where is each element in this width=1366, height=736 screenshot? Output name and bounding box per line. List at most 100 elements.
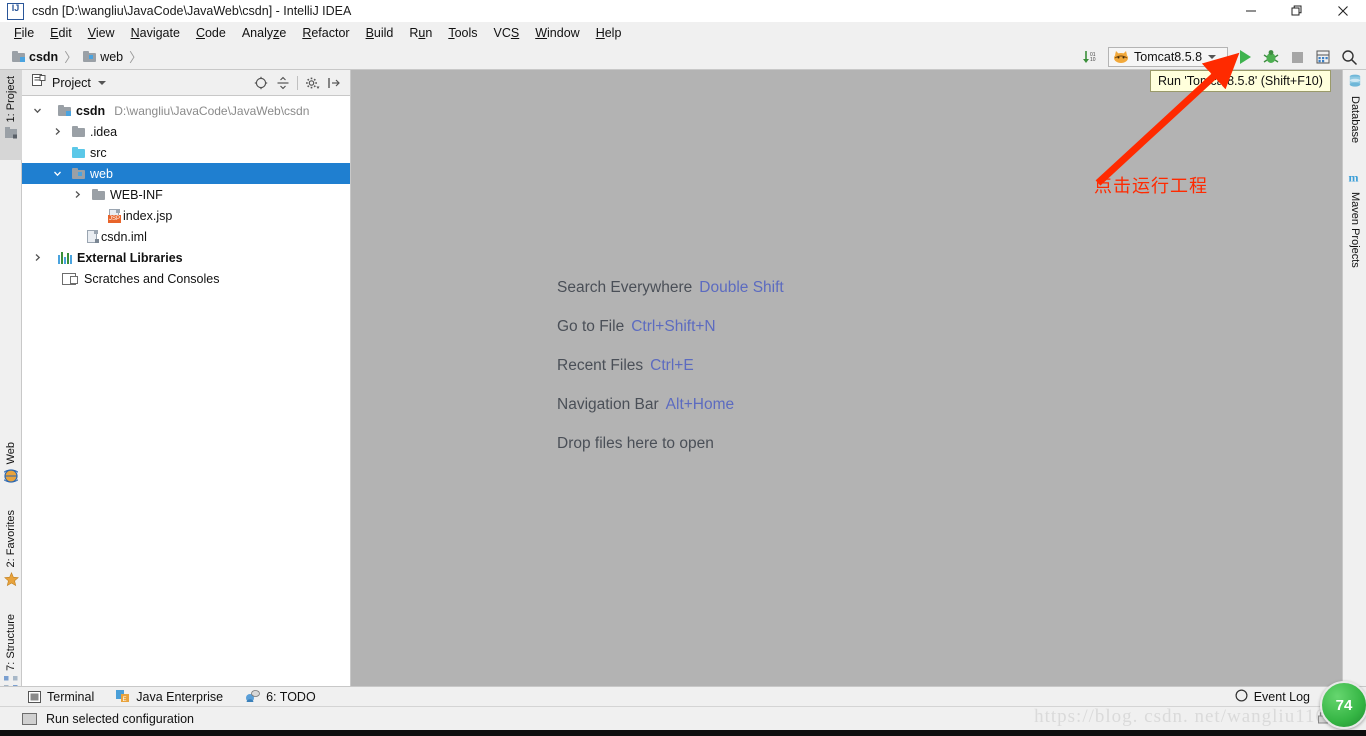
jsp-file-icon: JSP: [108, 208, 122, 223]
restore-icon[interactable]: [1274, 0, 1320, 22]
tree-row[interactable]: .idea: [22, 121, 350, 142]
search-magnifier-icon[interactable]: [1336, 45, 1362, 69]
menu-edit[interactable]: Edit: [42, 24, 80, 42]
sidebar-item-project[interactable]: 1: Project: [0, 70, 22, 160]
tree-row[interactable]: WEB-INF: [22, 184, 350, 205]
hint-action-label: Recent Files: [557, 356, 644, 374]
menu-window[interactable]: Window: [527, 24, 587, 42]
hint-action-label: Drop files here to open: [557, 434, 714, 452]
project-icon: [4, 127, 18, 142]
bottom-item-java-enterprise[interactable]: E Java Enterprise: [116, 690, 223, 704]
scratches-icon: [62, 272, 78, 285]
database-grid-icon[interactable]: [1310, 45, 1336, 69]
chevron-right-icon[interactable]: [70, 190, 84, 199]
libraries-icon: [58, 251, 72, 264]
bottom-item-todo-label: 6: TODO: [266, 689, 316, 704]
tree-row[interactable]: csdn D:\wangliu\JavaCode\JavaWeb\csdn: [22, 100, 350, 121]
breadcrumb-csdn[interactable]: csdn: [12, 50, 58, 64]
sidebar-item-database-label: Database: [1349, 96, 1361, 144]
tree-row[interactable]: csdn.iml: [22, 226, 350, 247]
bottom-item-terminal[interactable]: Terminal: [28, 690, 94, 704]
tree-label-idea: .idea: [90, 124, 118, 139]
tree-row[interactable]: src: [22, 142, 350, 163]
menu-refactor[interactable]: Refactor: [294, 24, 357, 42]
annotation-text: 点击运行工程: [1094, 176, 1208, 197]
expand-all-icon[interactable]: [275, 75, 291, 91]
status-badge[interactable]: 74: [1320, 681, 1366, 729]
sidebar-item-database[interactable]: Database: [1343, 74, 1366, 162]
iml-file-icon: [86, 229, 99, 244]
hint-shortcut-label: Ctrl+Shift+N: [631, 317, 716, 335]
database-icon: [1348, 74, 1362, 91]
run-config-status-icon: [22, 712, 37, 725]
stop-square-icon[interactable]: [1284, 45, 1310, 69]
breadcrumb-separator-1: 〉: [64, 50, 78, 65]
chevron-right-icon[interactable]: [50, 127, 64, 136]
tree-label-index-jsp: index.jsp: [123, 208, 173, 223]
breadcrumb-web[interactable]: web: [83, 50, 123, 64]
collapse-target-icon[interactable]: [253, 75, 269, 91]
right-tool-window-strip: Database m Maven Projects: [1342, 70, 1366, 686]
bottom-tool-window-bar: Terminal E Java Enterprise 6: TODO Event…: [0, 686, 1366, 706]
left-tool-window-strip: 1: Project Web 2: Favorites 7: Structure: [0, 70, 22, 690]
hide-panel-icon[interactable]: [326, 75, 342, 91]
java-enterprise-icon: E: [116, 690, 130, 703]
module-folder-icon: [58, 105, 71, 116]
menu-view[interactable]: View: [80, 24, 123, 42]
chevron-down-icon[interactable]: [30, 106, 44, 115]
menu-file[interactable]: File: [6, 24, 42, 42]
folder-gray-icon: [72, 126, 85, 137]
window-title: csdn [D:\wangliu\JavaCode\JavaWeb\csdn] …: [32, 4, 352, 18]
chevron-right-icon[interactable]: [30, 253, 44, 262]
editor-hints: Search Everywhere Double Shift Go to Fil…: [557, 268, 784, 463]
menu-navigate[interactable]: Navigate: [123, 24, 188, 42]
minimize-icon[interactable]: [1228, 0, 1274, 22]
bottom-item-todo[interactable]: 6: TODO: [245, 690, 316, 704]
breadcrumb-csdn-label: csdn: [29, 49, 59, 64]
settings-gear-icon[interactable]: [304, 75, 320, 91]
status-bar-message: Run selected configuration: [46, 711, 195, 726]
sidebar-item-favorites-label: 2: Favorites: [5, 510, 17, 568]
project-tool-window: Project csdn D:\wangliu\JavaCode\JavaWeb…: [22, 70, 351, 686]
project-panel-header: Project: [22, 70, 350, 96]
folder-gray-icon: [92, 189, 105, 200]
sidebar-item-project-label: 1: Project: [5, 76, 17, 123]
tree-row[interactable]: External Libraries: [22, 247, 350, 268]
project-view-icon: [32, 73, 46, 92]
project-panel-title: Project: [52, 75, 91, 90]
bottom-item-terminal-label: Terminal: [47, 689, 95, 704]
terminal-icon: [28, 690, 41, 703]
tree-label-src: src: [90, 145, 107, 160]
event-log-button[interactable]: Event Log: [1235, 688, 1310, 705]
sidebar-item-favorites[interactable]: 2: Favorites: [0, 510, 22, 608]
hint-navigation-bar: Navigation Bar Alt+Home: [557, 385, 784, 424]
menu-vcs[interactable]: VCS: [486, 24, 528, 42]
chevron-down-icon[interactable]: [50, 169, 64, 178]
menu-bar: File Edit View Navigate Code Analyze Ref…: [0, 22, 1366, 44]
web-folder-icon: [72, 168, 85, 179]
menu-run[interactable]: Run: [401, 24, 440, 42]
star-icon: [3, 572, 19, 590]
tree-row[interactable]: Scratches and Consoles: [22, 268, 350, 289]
tree-row-web-selected[interactable]: web: [22, 163, 350, 184]
hint-action-label: Navigation Bar: [557, 395, 659, 413]
hint-shortcut-label: Double Shift: [699, 278, 784, 296]
menu-help[interactable]: Help: [588, 24, 630, 42]
menu-build[interactable]: Build: [358, 24, 402, 42]
debug-bug-icon[interactable]: [1258, 45, 1284, 69]
module-folder-icon: [12, 51, 25, 62]
menu-tools[interactable]: Tools: [440, 24, 485, 42]
sidebar-item-web[interactable]: Web: [0, 442, 22, 504]
hint-recent-files: Recent Files Ctrl+E: [557, 346, 784, 385]
maven-m-icon: m: [1348, 170, 1362, 187]
hint-shortcut-label: Ctrl+E: [650, 356, 694, 374]
tree-row[interactable]: JSP index.jsp: [22, 205, 350, 226]
menu-analyze[interactable]: Analyze: [234, 24, 294, 42]
sidebar-item-structure-label: 7: Structure: [5, 614, 17, 671]
tree-label-csdn-iml: csdn.iml: [101, 229, 147, 244]
breadcrumb-web-label: web: [100, 49, 124, 64]
sidebar-item-maven-projects[interactable]: m Maven Projects: [1343, 170, 1366, 310]
chevron-down-icon[interactable]: [97, 80, 106, 85]
close-icon[interactable]: [1320, 0, 1366, 22]
menu-code[interactable]: Code: [188, 24, 234, 42]
